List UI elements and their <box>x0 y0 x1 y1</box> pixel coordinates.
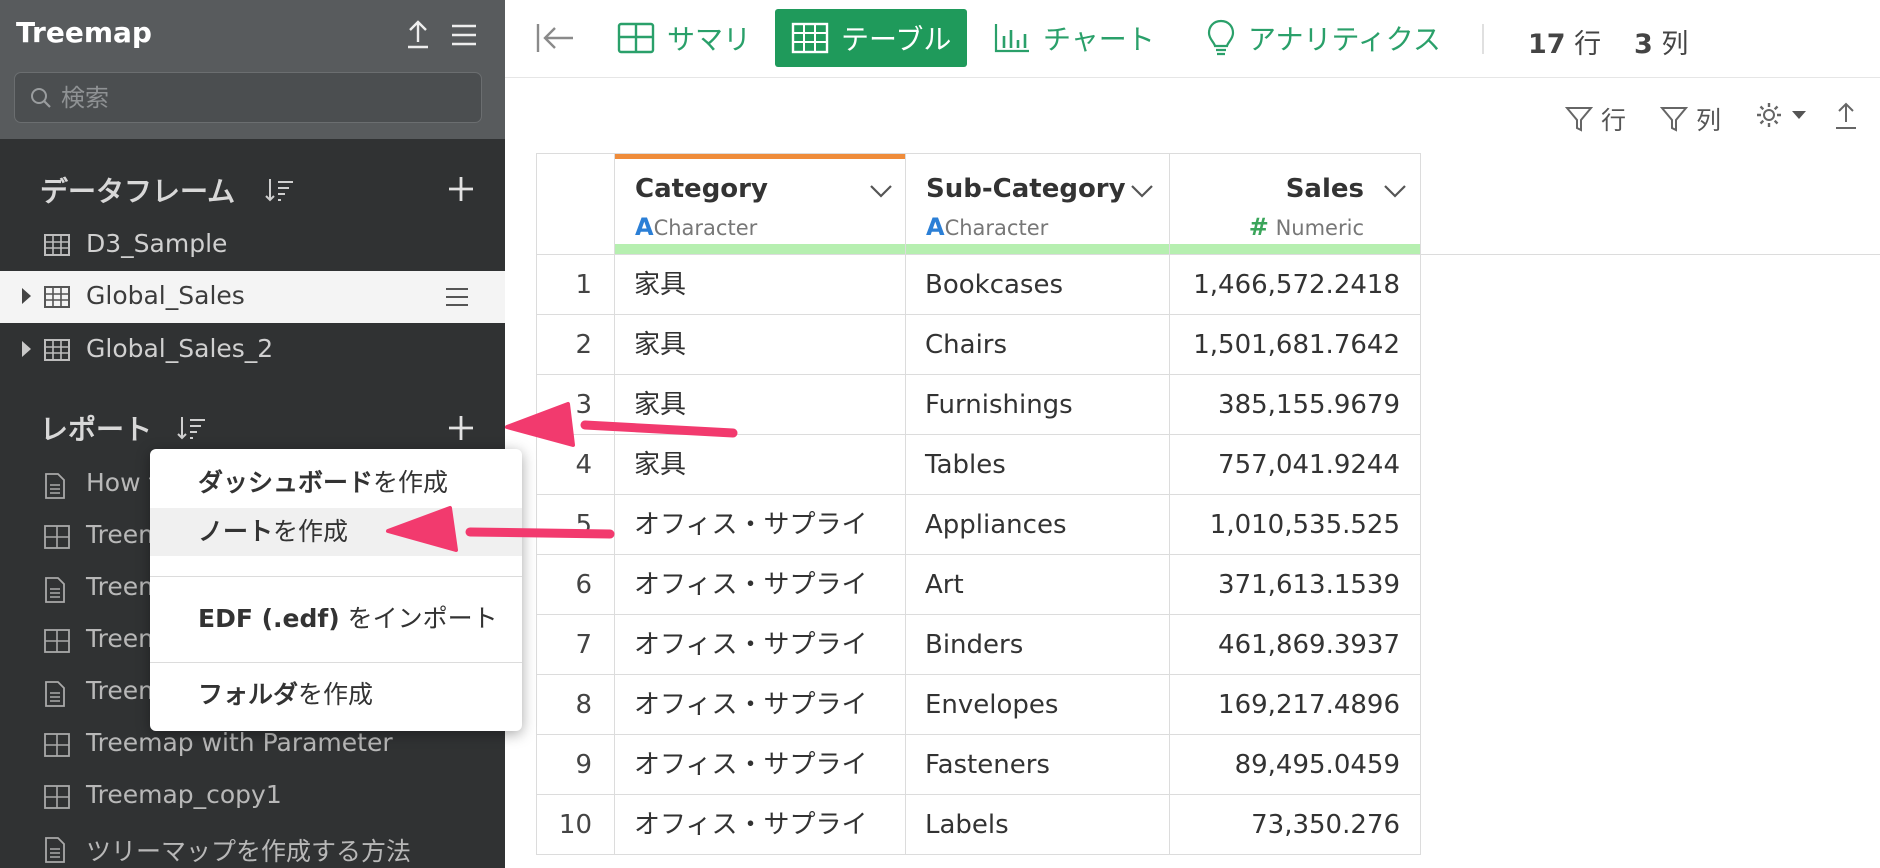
annotation-arrow <box>505 402 738 447</box>
annotation-arrow <box>386 506 615 552</box>
annotation-overlay <box>386 402 738 552</box>
